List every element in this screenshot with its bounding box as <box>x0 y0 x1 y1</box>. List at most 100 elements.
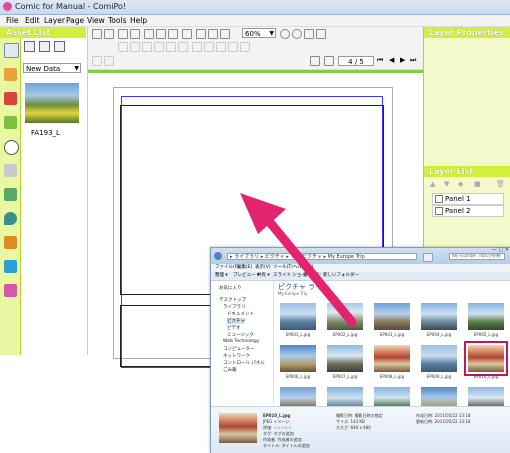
photo-thumbnail[interactable] <box>421 303 457 330</box>
align-middle-icon[interactable] <box>166 42 176 52</box>
explorer-menu-edit[interactable]: 編集(E) <box>237 264 252 272</box>
menu-page[interactable]: Page <box>66 16 84 25</box>
photo-thumbnail[interactable] <box>421 345 457 372</box>
last-page-icon[interactable]: ⏭ <box>410 56 416 65</box>
new-folder-button[interactable]: 新しいフォルダー <box>323 272 359 280</box>
distribute-icon[interactable] <box>192 42 202 52</box>
character-category-icon[interactable] <box>4 68 17 81</box>
3d-icon[interactable] <box>92 56 102 66</box>
redo-icon[interactable] <box>130 29 140 39</box>
trash-icon[interactable]: 🗑 <box>496 180 505 188</box>
delete-page-icon[interactable] <box>324 56 334 66</box>
menu-edit[interactable]: Edit <box>25 16 40 25</box>
menu-file[interactable]: File <box>6 16 19 25</box>
asset-thumbnail[interactable] <box>25 83 79 123</box>
folder-icon[interactable] <box>24 41 35 52</box>
photo-thumbnail[interactable] <box>327 345 363 372</box>
nav-recycle-bin[interactable]: ごみ箱 <box>223 367 237 373</box>
preview-button[interactable]: プレビュー ▾ <box>233 272 259 280</box>
photo-thumbnail[interactable] <box>327 303 363 330</box>
send-back-icon[interactable] <box>216 42 226 52</box>
move-down-icon[interactable]: ▼ <box>444 180 449 188</box>
explorer-menu-view[interactable]: 表示(V) <box>255 264 271 272</box>
settings-icon[interactable] <box>54 41 65 52</box>
align-left-icon[interactable] <box>118 42 128 52</box>
nav-favorites[interactable]: お気に入り <box>219 285 242 291</box>
page-counter[interactable]: 4 / 5 <box>338 56 374 66</box>
sparkle-category-icon[interactable] <box>4 260 17 273</box>
item-category-icon[interactable] <box>4 116 17 129</box>
slideshow-button[interactable]: スライド ショー <box>273 272 306 280</box>
nav-computer[interactable]: コンピューター <box>223 346 255 352</box>
next-page-icon[interactable]: ▶ <box>400 56 405 64</box>
group-icon[interactable] <box>228 42 238 52</box>
photo-thumbnail[interactable] <box>468 303 504 330</box>
nav-web-technology[interactable]: Web Technology <box>223 339 259 344</box>
photo-thumbnail-selected[interactable] <box>464 341 508 376</box>
photo-thumbnail[interactable] <box>280 345 316 372</box>
organize-button[interactable]: 整理 ▾ <box>215 272 228 280</box>
explorer-search-input[interactable] <box>449 253 505 260</box>
copy-layer-icon[interactable]: ■ <box>474 180 481 188</box>
layer-item-panel-1[interactable]: Panel 1 <box>432 193 504 205</box>
zoom-out-icon[interactable] <box>292 29 302 39</box>
window-controls[interactable]: — ▢ ✕ <box>469 247 509 253</box>
delete-icon[interactable] <box>182 29 192 39</box>
share-button[interactable]: 共有 ▾ <box>257 272 270 280</box>
balloon-category-icon[interactable] <box>4 140 19 155</box>
fit-page-icon[interactable] <box>304 29 314 39</box>
nav-control-panel[interactable]: コントロール パネル <box>223 360 265 366</box>
menu-help[interactable]: Help <box>130 16 147 25</box>
explorer-address-bar[interactable]: ▸ ライブラリ ▸ ピクチャ ▸ マイ ピクチャ ▸ My Europe Tri… <box>227 253 417 260</box>
explorer-menu-tools[interactable]: ツール(T) <box>273 264 293 272</box>
layer-item-panel-2[interactable]: Panel 2 <box>432 205 504 217</box>
cut-icon[interactable] <box>144 29 154 39</box>
filter-category-icon[interactable] <box>4 284 17 297</box>
rotate-icon[interactable] <box>208 29 218 39</box>
layout-category-icon[interactable] <box>4 43 19 58</box>
add-page-icon[interactable] <box>310 56 320 66</box>
character-alt-category-icon[interactable] <box>4 92 17 105</box>
refresh-icon[interactable] <box>423 253 433 262</box>
explorer-menu-file[interactable]: ファイル(F) <box>215 264 239 272</box>
fit-width-icon[interactable] <box>316 29 326 39</box>
explorer-menu-help[interactable]: ヘルプ(H) <box>293 264 313 272</box>
zoom-select[interactable]: 60% ▼ <box>242 28 276 38</box>
effect-category-icon[interactable] <box>4 212 17 225</box>
align-right-icon[interactable] <box>142 42 152 52</box>
paste-icon[interactable] <box>168 29 178 39</box>
photo-thumbnail[interactable] <box>280 303 316 330</box>
grid-icon[interactable] <box>220 29 230 39</box>
nav-videos[interactable]: ビデオ <box>227 325 241 331</box>
menu-view[interactable]: View <box>87 16 105 25</box>
nav-libraries[interactable]: ライブラリ <box>223 304 246 310</box>
bring-front-icon[interactable] <box>204 42 214 52</box>
symbol-category-icon[interactable] <box>4 236 17 249</box>
nav-music[interactable]: ミュージック <box>227 332 254 338</box>
nav-network[interactable]: ネットワーク <box>223 353 250 359</box>
move-icon[interactable] <box>104 56 114 66</box>
align-center-icon[interactable] <box>130 42 140 52</box>
zoom-in-icon[interactable] <box>280 29 290 39</box>
move-up-icon[interactable]: ▲ <box>430 180 435 188</box>
nav-documents[interactable]: ドキュメント <box>227 311 254 317</box>
nav-pictures[interactable]: ピクチャ <box>227 318 245 324</box>
text-category-icon[interactable] <box>4 164 17 177</box>
background-category-icon[interactable] <box>4 188 17 201</box>
merge-icon[interactable]: ◆ <box>458 180 463 188</box>
burn-button[interactable]: 書き込む <box>303 272 321 280</box>
back-icon[interactable] <box>214 252 222 260</box>
copy-icon[interactable] <box>156 29 166 39</box>
save-icon[interactable] <box>92 29 102 39</box>
align-top-icon[interactable] <box>154 42 164 52</box>
photo-thumbnail[interactable] <box>374 303 410 330</box>
asset-filter-dropdown[interactable]: New Data ▼ <box>23 63 81 73</box>
menu-tools[interactable]: Tools <box>108 16 126 25</box>
ungroup-icon[interactable] <box>240 42 250 52</box>
view-toggle-icon[interactable] <box>39 41 50 52</box>
prev-page-icon[interactable]: ◀ <box>389 56 394 64</box>
nav-desktop[interactable]: デスクトップ <box>219 297 246 303</box>
align-bottom-icon[interactable] <box>178 42 188 52</box>
menu-layer[interactable]: Layer <box>44 16 65 25</box>
first-page-icon[interactable]: ⏮ <box>377 56 383 65</box>
